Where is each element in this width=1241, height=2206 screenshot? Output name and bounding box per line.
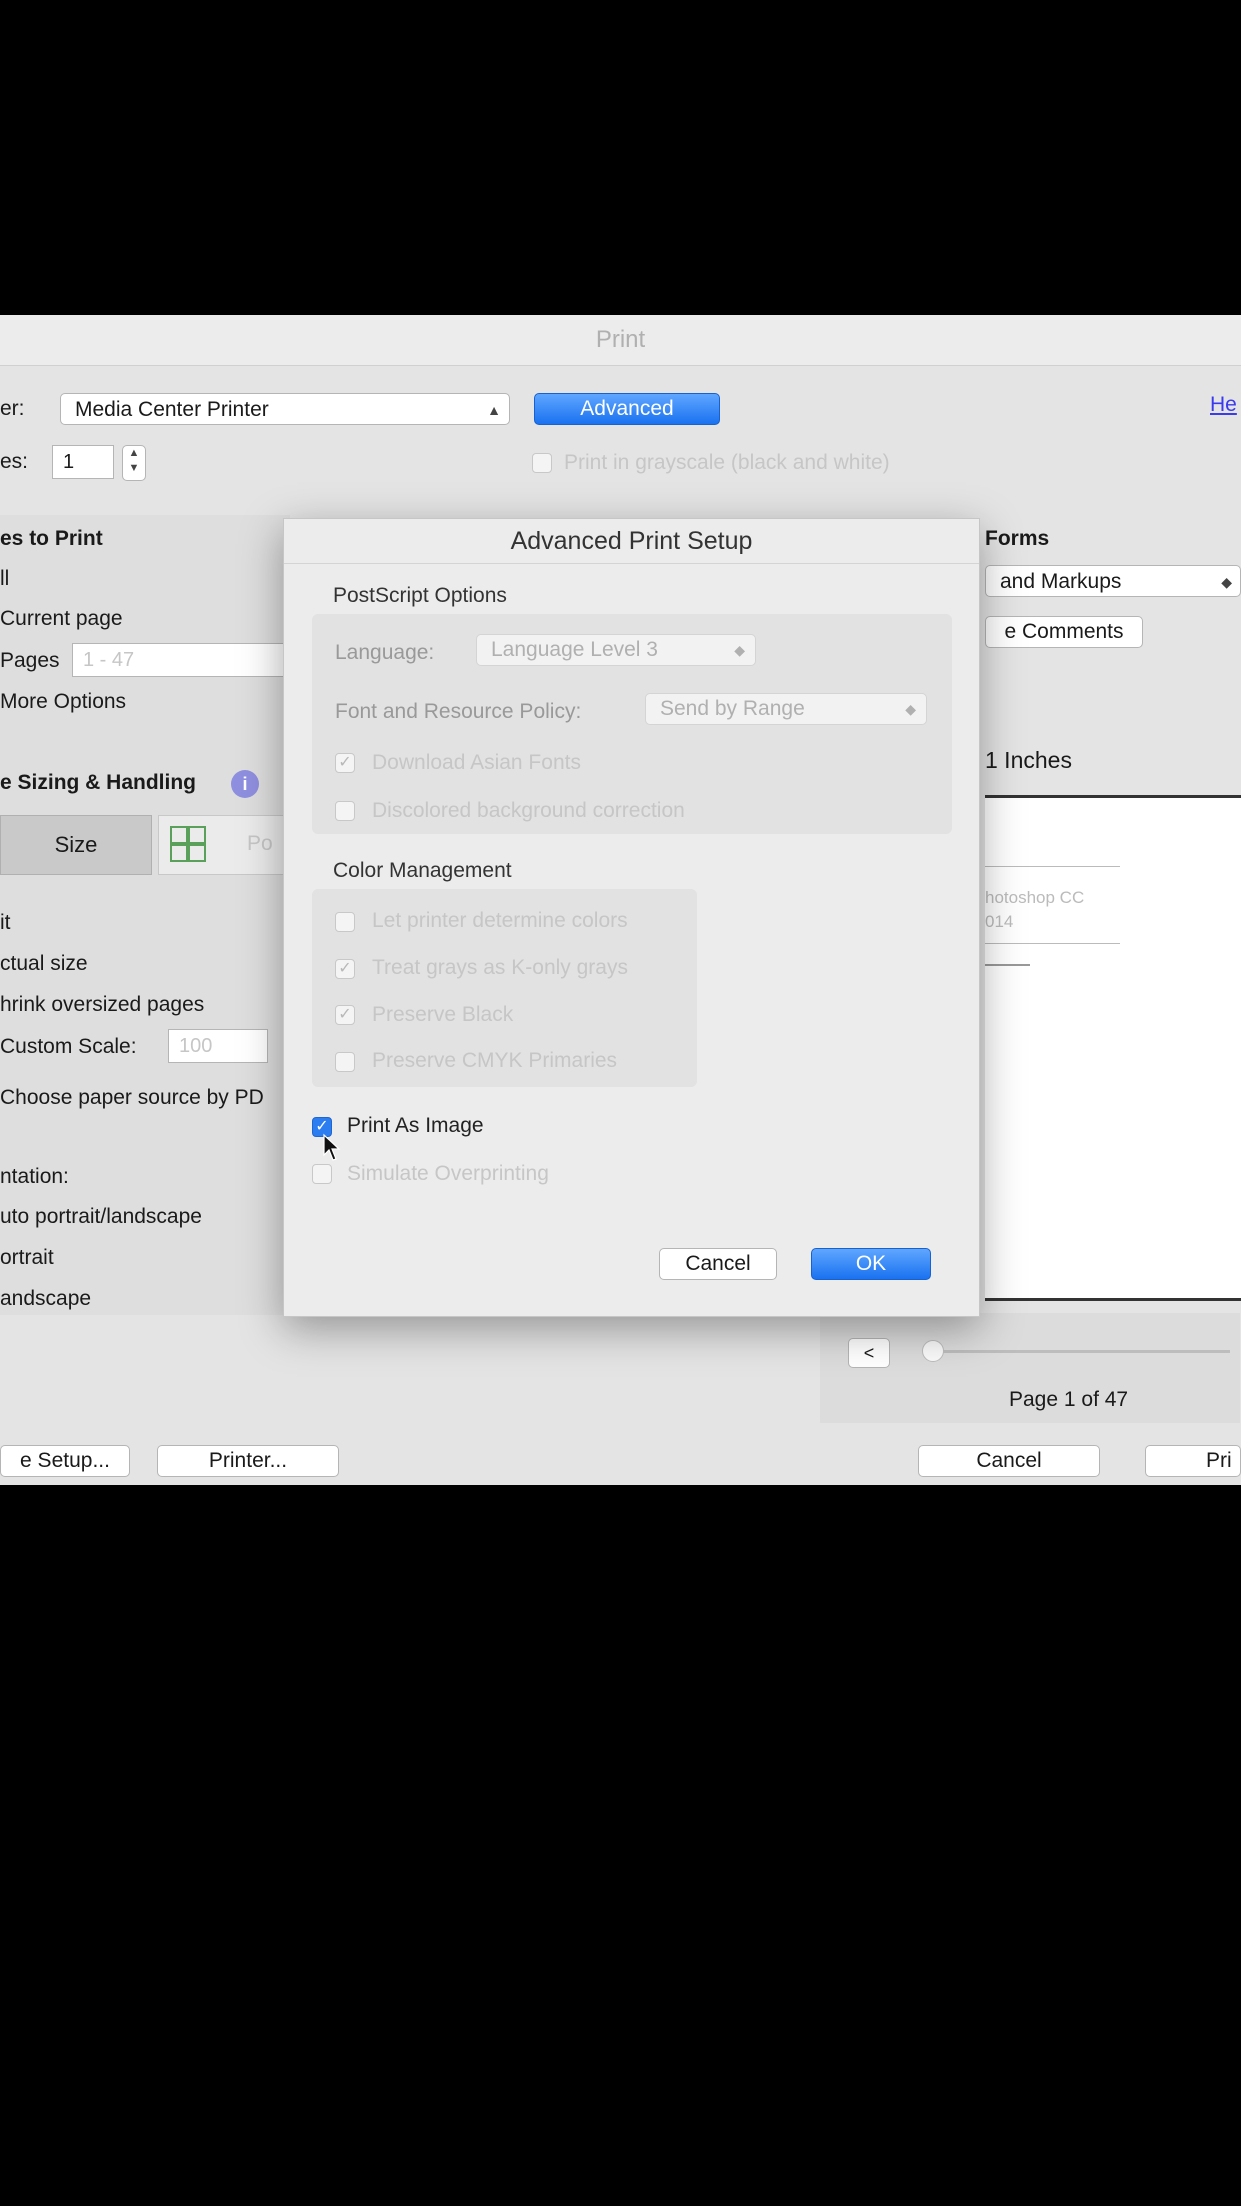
preserve-cmyk-checkbox[interactable] — [335, 1052, 355, 1072]
preview-line1: hotoshop CC — [985, 888, 1085, 907]
previous-page-button[interactable]: < — [848, 1338, 890, 1368]
copies-label: es: — [0, 450, 29, 473]
all-pages-option[interactable]: ll — [0, 567, 9, 591]
shrink-option[interactable]: hrink oversized pages — [0, 993, 204, 1017]
custom-scale-option[interactable]: Custom Scale: — [0, 1035, 137, 1059]
postscript-options-title: PostScript Options — [333, 584, 507, 607]
dialog-cancel-button[interactable]: Cancel — [659, 1248, 777, 1280]
printer-select[interactable]: Media Center Printer ▲ — [60, 393, 510, 425]
updown-icon: ◆ — [1221, 574, 1232, 590]
orientation-title: ntation: — [0, 1165, 69, 1188]
custom-scale-input[interactable]: 100 — [168, 1029, 268, 1063]
preview-line2: 014 — [985, 912, 1014, 931]
color-management-title: Color Management — [333, 859, 512, 882]
page-count-text: Page 1 of 47 — [1009, 1388, 1129, 1411]
dialog-title: Advanced Print Setup — [284, 519, 979, 564]
download-asian-fonts-label: Download Asian Fonts — [372, 751, 581, 774]
size-tab[interactable]: Size — [0, 815, 152, 875]
cancel-button[interactable]: Cancel — [918, 1445, 1100, 1477]
updown-icon: ▲ — [487, 402, 501, 418]
page-setup-button[interactable]: e Setup... — [0, 1445, 130, 1477]
poster-icon — [170, 826, 206, 862]
poster-tab-label: Po — [247, 832, 273, 855]
paper-source-option[interactable]: Choose paper source by PD — [0, 1086, 264, 1110]
pages-range-input[interactable]: 1 - 47 — [72, 643, 292, 677]
grayscale-label: Print in grayscale (black and white) — [564, 451, 890, 474]
portrait-option[interactable]: ortrait — [0, 1246, 54, 1270]
info-icon[interactable]: i — [231, 770, 259, 798]
printer-button[interactable]: Printer... — [157, 1445, 339, 1477]
let-printer-colors-label: Let printer determine colors — [372, 909, 628, 932]
discolored-background-label: Discolored background correction — [372, 799, 685, 822]
copies-input[interactable]: 1 — [52, 445, 114, 479]
forms-title: Forms — [985, 527, 1050, 550]
pages-option[interactable]: Pages — [0, 649, 60, 673]
preserve-black-label: Preserve Black — [372, 1003, 514, 1026]
more-options-toggle[interactable]: More Options — [0, 690, 126, 714]
page-slider-knob[interactable] — [922, 1340, 944, 1362]
comments-forms-value: and Markups — [1000, 570, 1122, 593]
preserve-cmyk-label: Preserve CMYK Primaries — [372, 1049, 618, 1072]
grayscale-checkbox[interactable] — [532, 453, 552, 473]
simulate-overprinting-label: Simulate Overprinting — [347, 1162, 549, 1185]
printer-label: er: — [0, 397, 25, 420]
language-select-value: Language Level 3 — [491, 638, 658, 661]
summarize-comments-button[interactable]: e Comments — [985, 616, 1143, 648]
paper-size-text: 1 Inches — [985, 747, 1072, 773]
actual-size-option[interactable]: ctual size — [0, 952, 88, 976]
updown-icon: ◆ — [905, 701, 916, 717]
language-select[interactable]: Language Level 3 ◆ — [476, 634, 756, 666]
comments-forms-select[interactable]: and Markups ◆ — [985, 565, 1241, 597]
updown-icon: ◆ — [734, 642, 745, 658]
current-page-option[interactable]: Current page — [0, 607, 123, 631]
language-label: Language: — [335, 641, 435, 664]
download-asian-fonts-checkbox[interactable]: ✓ — [335, 753, 355, 773]
landscape-option[interactable]: andscape — [0, 1287, 91, 1311]
print-as-image-label: Print As Image — [347, 1114, 484, 1137]
let-printer-colors-checkbox[interactable] — [335, 912, 355, 932]
auto-orientation-option[interactable]: uto portrait/landscape — [0, 1205, 202, 1229]
preview-rule — [985, 943, 1120, 944]
advanced-button[interactable]: Advanced — [534, 393, 720, 425]
font-policy-label: Font and Resource Policy: — [335, 700, 582, 723]
printer-select-value: Media Center Printer — [75, 398, 269, 421]
copies-stepper[interactable]: ▲ ▼ — [122, 445, 146, 481]
treat-grays-checkbox[interactable]: ✓ — [335, 959, 355, 979]
poster-tab[interactable]: Po — [158, 815, 292, 875]
print-button[interactable]: Pri — [1145, 1445, 1241, 1477]
dialog-ok-button[interactable]: OK — [811, 1248, 931, 1280]
left-panel — [0, 515, 290, 1315]
treat-grays-label: Treat grays as K-only grays — [372, 956, 628, 979]
help-link[interactable]: He — [1210, 393, 1237, 417]
pages-to-print-title: es to Print — [0, 527, 103, 550]
page-preview: hotoshop CC 014 — [985, 795, 1241, 1301]
preview-rule — [985, 964, 1030, 966]
font-policy-select[interactable]: Send by Range ◆ — [645, 693, 927, 725]
mouse-cursor-icon — [323, 1133, 341, 1161]
window-title: Print — [0, 315, 1241, 366]
preview-rule — [985, 866, 1120, 867]
fit-option[interactable]: it — [0, 911, 11, 935]
advanced-print-setup-dialog: Advanced Print Setup PostScript Options … — [283, 518, 980, 1317]
discolored-background-checkbox[interactable] — [335, 801, 355, 821]
sizing-title: e Sizing & Handling — [0, 771, 197, 794]
preserve-black-checkbox[interactable]: ✓ — [335, 1005, 355, 1025]
font-policy-select-value: Send by Range — [660, 697, 805, 720]
page-slider-track[interactable] — [930, 1350, 1230, 1353]
simulate-overprinting-checkbox[interactable] — [312, 1164, 332, 1184]
